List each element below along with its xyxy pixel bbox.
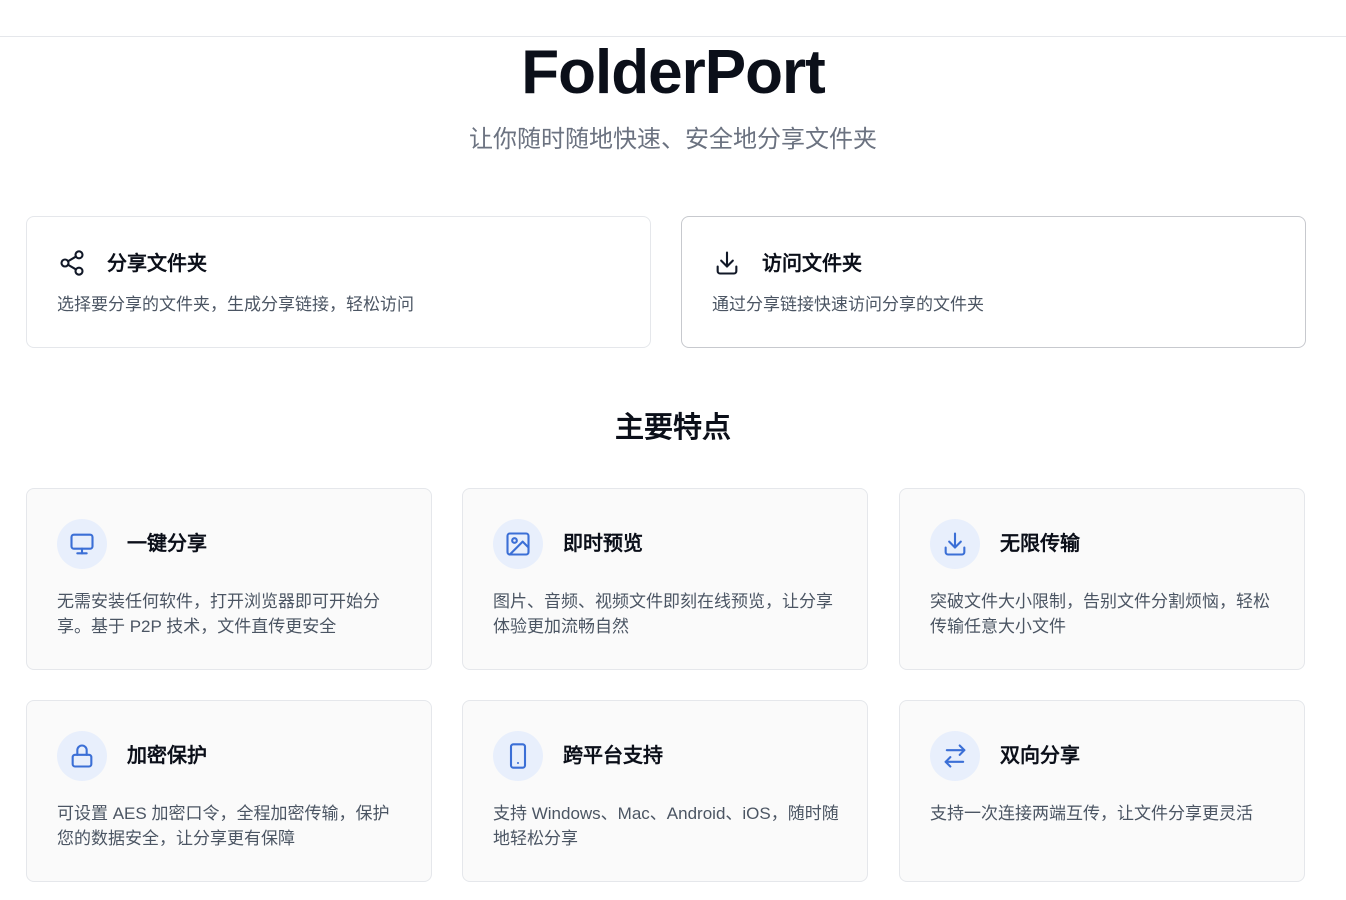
feature-title: 无限传输 — [1000, 533, 1080, 555]
feature-card-instant-preview: 即时预览 图片、音频、视频文件即刻在线预览，让分享体验更加流畅自然 — [462, 488, 868, 670]
share-folder-description: 选择要分享的文件夹，生成分享链接，轻松访问 — [57, 295, 414, 314]
feature-title: 加密保护 — [127, 745, 207, 767]
access-folder-card[interactable]: 访问文件夹 通过分享链接快速访问分享的文件夹 — [681, 216, 1306, 348]
access-folder-description: 通过分享链接快速访问分享的文件夹 — [712, 295, 984, 314]
mobile-icon — [493, 731, 543, 781]
feature-title: 即时预览 — [563, 533, 643, 555]
feature-description: 支持一次连接两端互传，让文件分享更灵活 — [930, 804, 1253, 823]
page-subtitle: 让你随时随地快速、安全地分享文件夹 — [469, 126, 877, 153]
image-icon — [493, 519, 543, 569]
feature-title: 双向分享 — [1000, 745, 1080, 767]
share-icon — [58, 249, 86, 277]
swap-arrows-icon — [930, 731, 980, 781]
access-folder-title: 访问文件夹 — [762, 253, 862, 275]
download-icon — [713, 249, 741, 277]
features-section-title: 主要特点 — [614, 412, 731, 444]
feature-description: 无需安装任何软件，打开浏览器即可开始分享。基于 P2P 技术，文件直传更安全 — [57, 592, 380, 636]
feature-description: 支持 Windows、Mac、Android、iOS，随时随地轻松分享 — [493, 804, 839, 848]
feature-description: 可设置 AES 加密口令，全程加密传输，保护您的数据安全，让分享更有保障 — [57, 804, 390, 848]
top-bar — [0, 0, 1346, 37]
monitor-icon — [57, 519, 107, 569]
feature-title: 跨平台支持 — [563, 745, 663, 767]
feature-card-cross-platform: 跨平台支持 支持 Windows、Mac、Android、iOS，随时随地轻松分… — [462, 700, 868, 882]
feature-description: 突破文件大小限制，告别文件分割烦恼，轻松传输任意大小文件 — [930, 592, 1270, 636]
feature-card-unlimited-transfer: 无限传输 突破文件大小限制，告别文件分割烦恼，轻松传输任意大小文件 — [899, 488, 1305, 670]
share-folder-title: 分享文件夹 — [107, 253, 207, 275]
feature-card-one-click-share: 一键分享 无需安装任何软件，打开浏览器即可开始分享。基于 P2P 技术，文件直传… — [26, 488, 432, 670]
feature-card-two-way-share: 双向分享 支持一次连接两端互传，让文件分享更灵活 — [899, 700, 1305, 882]
page-title: FolderPort — [521, 38, 825, 107]
lock-icon — [57, 731, 107, 781]
share-folder-card[interactable]: 分享文件夹 选择要分享的文件夹，生成分享链接，轻松访问 — [26, 216, 651, 348]
feature-title: 一键分享 — [127, 533, 207, 555]
feature-description: 图片、音频、视频文件即刻在线预览，让分享体验更加流畅自然 — [493, 592, 833, 636]
feature-card-encryption: 加密保护 可设置 AES 加密口令，全程加密传输，保护您的数据安全，让分享更有保… — [26, 700, 432, 882]
download-icon — [930, 519, 980, 569]
